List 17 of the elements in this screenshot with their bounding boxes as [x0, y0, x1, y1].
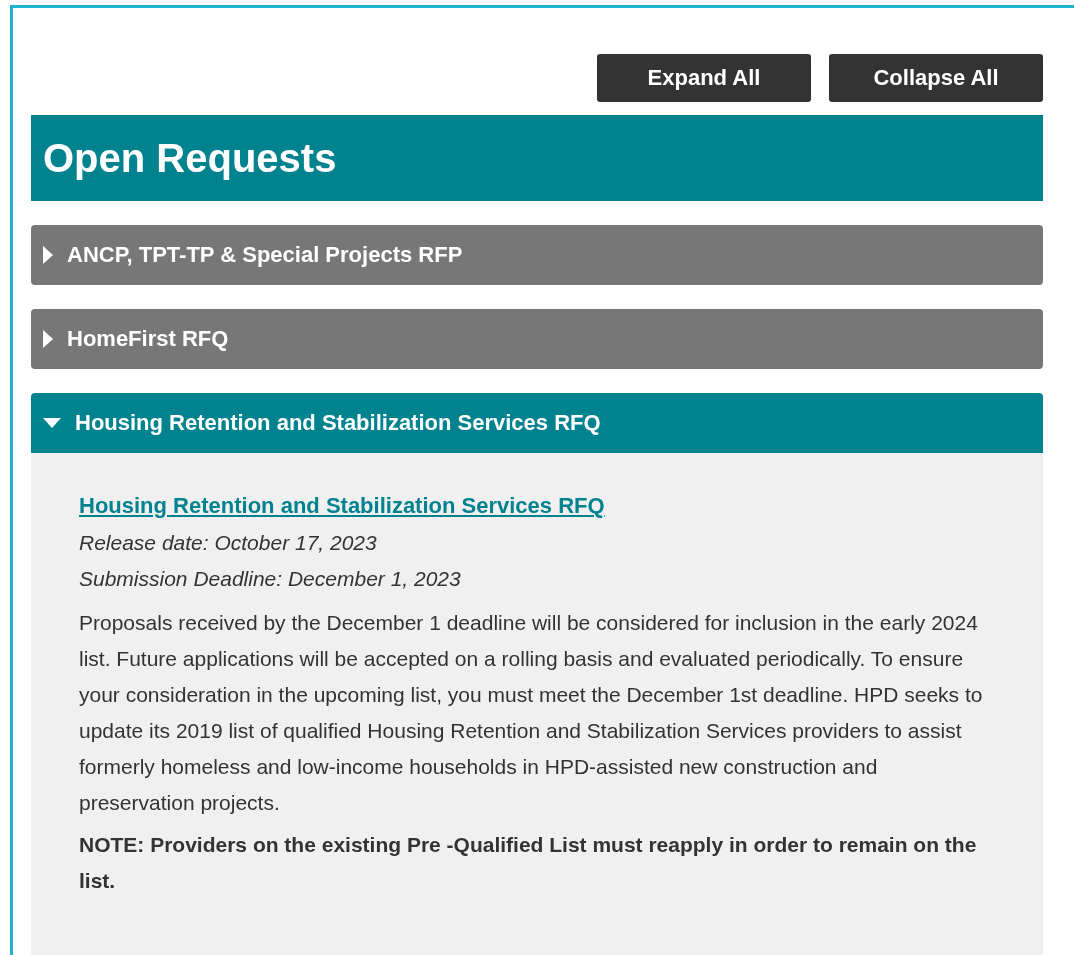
collapse-all-button[interactable]: Collapse All [829, 54, 1043, 102]
accordion-header[interactable]: HomeFirst RFQ [31, 309, 1043, 369]
accordion-title: HomeFirst RFQ [67, 326, 229, 352]
accordion-header[interactable]: Housing Retention and Stabilization Services RFQ [31, 393, 1043, 453]
caret-down-icon [43, 418, 61, 428]
submission-deadline: Submission Deadline: December 1, 2023 [79, 566, 462, 592]
accordion-title: ANCP, TPT-TP & Special Projects RFP [67, 242, 463, 268]
description: Proposals received by the December 1 deadline will be considered for inclusion in the early 2024 list. Future applications will be accepted on a rolling basis and evaluated periodically. To ensure your consideration in the upcoming list, you must meet the December 1st deadline. HPD seeks to update its 2019 list of qualified Housing Retention and Stabilization Services providers to assist formerly homeless and low-income households in HPD-assisted new construction and preservation projects. [79, 610, 984, 816]
expand-all-button[interactable]: Expand All [597, 54, 811, 102]
release-date: Release date: October 17, 2023 [79, 530, 378, 556]
note: NOTE: Providers on the existing Pre -Qualified List must reapply in order to remain on the list. [79, 832, 978, 894]
section-title: Open Requests [31, 115, 1043, 201]
accordion-header[interactable]: ANCP, TPT-TP & Special Projects RFP [31, 225, 1043, 285]
caret-right-icon [43, 246, 53, 264]
caret-right-icon [43, 330, 53, 348]
accordion-title: Housing Retention and Stabilization Services RFQ [75, 410, 601, 436]
rfq-link[interactable]: Housing Retention and Stabilization Services RFQ [79, 493, 605, 519]
